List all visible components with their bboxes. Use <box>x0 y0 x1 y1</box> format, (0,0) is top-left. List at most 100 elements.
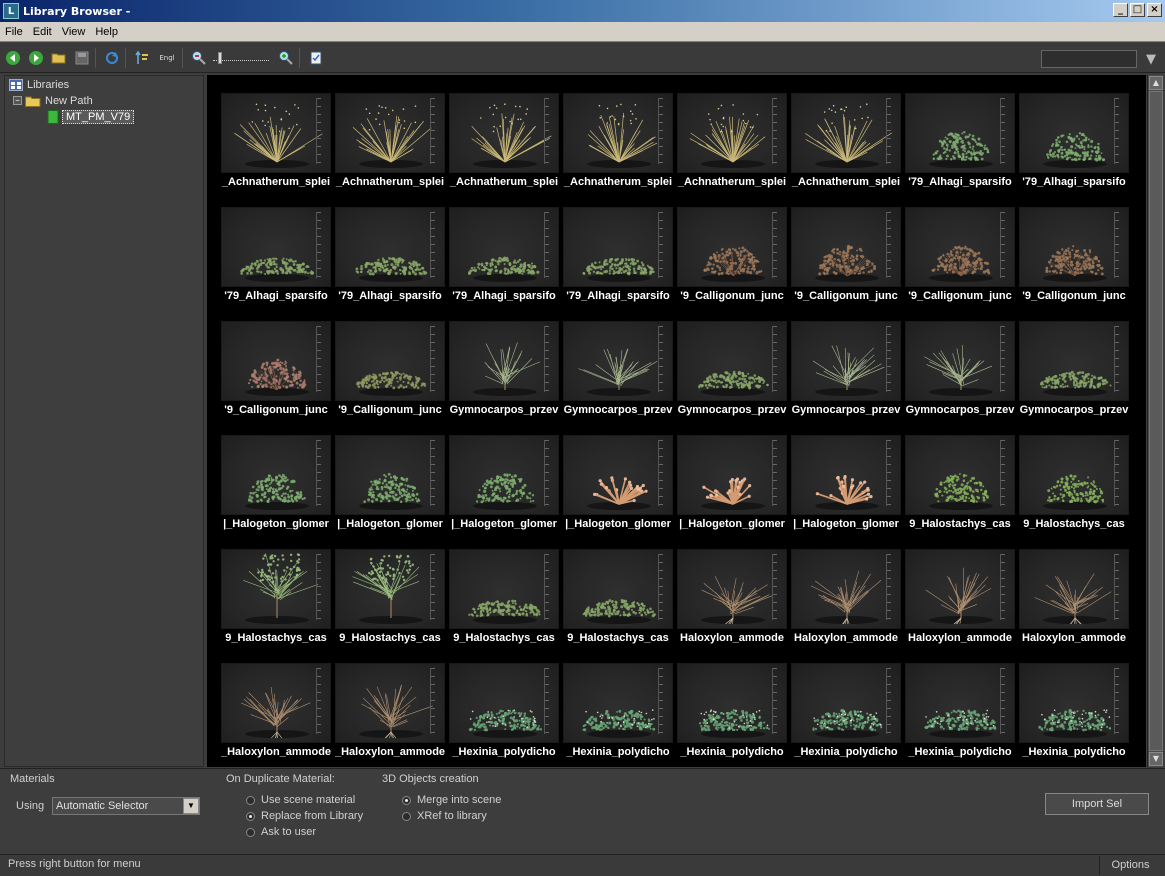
library-thumbnail[interactable]: 9_Halostachys_cas <box>563 549 673 645</box>
library-thumbnail[interactable]: Haloxylon_ammode <box>1019 549 1129 645</box>
plant-preview-image[interactable] <box>905 93 1015 173</box>
tree-library-item[interactable]: MT_PM_V79 <box>47 109 135 124</box>
plant-preview-image[interactable] <box>677 93 787 173</box>
plant-preview-image[interactable] <box>221 549 331 629</box>
library-thumbnail[interactable]: Gymnocarpos_przev <box>563 321 673 417</box>
library-thumbnail[interactable]: Gymnocarpos_przev <box>1019 321 1129 417</box>
library-thumbnail[interactable]: Haloxylon_ammode <box>905 549 1015 645</box>
radio-replace-from-library[interactable]: Replace from Library <box>246 810 363 822</box>
radio-merge-into-scene[interactable]: Merge into scene <box>402 794 501 806</box>
plant-preview-image[interactable] <box>1019 549 1129 629</box>
plant-preview-image[interactable] <box>335 93 445 173</box>
plant-preview-image[interactable] <box>1019 435 1129 515</box>
plant-preview-image[interactable] <box>563 549 673 629</box>
radio-xref-to-library[interactable]: XRef to library <box>402 810 487 822</box>
library-thumbnail[interactable]: 9_Halostachys_cas <box>335 549 445 645</box>
open-folder-icon[interactable] <box>49 48 69 68</box>
options-button[interactable]: Options <box>1099 856 1161 875</box>
radio-dot[interactable] <box>246 795 255 805</box>
library-thumbnail[interactable]: Gymnocarpos_przev <box>905 321 1015 417</box>
plant-preview-image[interactable] <box>905 549 1015 629</box>
save-icon[interactable] <box>72 48 92 68</box>
zoom-slider[interactable] <box>213 50 269 66</box>
plant-preview-image[interactable] <box>677 549 787 629</box>
plant-preview-image[interactable] <box>563 93 673 173</box>
plant-preview-image[interactable] <box>677 321 787 401</box>
plant-preview-image[interactable] <box>677 435 787 515</box>
library-thumbnail[interactable]: Haloxylon_ammode <box>791 549 901 645</box>
import-selected-button[interactable]: Import Sel <box>1045 793 1149 815</box>
library-thumbnail[interactable]: _Achnatherum_splei <box>677 93 787 189</box>
menu-view[interactable]: View <box>57 26 91 38</box>
plant-preview-image[interactable] <box>449 435 559 515</box>
library-thumbnail[interactable]: Gymnocarpos_przev <box>791 321 901 417</box>
plant-preview-image[interactable] <box>221 435 331 515</box>
library-thumbnail[interactable]: _Achnatherum_splei <box>791 93 901 189</box>
library-thumbnail[interactable]: _Achnatherum_splei <box>449 93 559 189</box>
plant-preview-image[interactable] <box>563 207 673 287</box>
sort-icon[interactable] <box>132 48 152 68</box>
scroll-up-icon[interactable]: ▲ <box>1149 76 1163 90</box>
chevron-down-icon[interactable]: ▼ <box>183 798 199 814</box>
library-thumbnail[interactable]: '9_Calligonum_junc <box>791 207 901 303</box>
library-thumbnail[interactable]: |_Halogeton_glomer <box>677 435 787 531</box>
radio-use-scene-material[interactable]: Use scene material <box>246 794 355 806</box>
library-thumbnail[interactable]: '79_Alhagi_sparsifo <box>1019 93 1129 189</box>
library-thumbnail[interactable]: '9_Calligonum_junc <box>905 207 1015 303</box>
zoom-in-icon[interactable] <box>276 48 296 68</box>
radio-dot[interactable] <box>402 811 411 821</box>
library-thumbnail[interactable]: '9_Calligonum_junc <box>335 321 445 417</box>
library-thumbnail[interactable]: '79_Alhagi_sparsifo <box>221 207 331 303</box>
plant-preview-image[interactable] <box>449 321 559 401</box>
scrollbar-thumb[interactable] <box>1149 91 1163 751</box>
plant-preview-image[interactable] <box>449 207 559 287</box>
library-thumbnail[interactable]: |_Halogeton_glomer <box>791 435 901 531</box>
plant-preview-image[interactable] <box>449 93 559 173</box>
plant-preview-image[interactable] <box>1019 663 1129 743</box>
library-thumbnail[interactable]: 9_Halostachys_cas <box>1019 435 1129 531</box>
plant-preview-image[interactable] <box>563 663 673 743</box>
radio-dot-selected[interactable] <box>402 795 411 805</box>
plant-preview-image[interactable] <box>791 435 901 515</box>
plant-preview-image[interactable] <box>563 435 673 515</box>
plant-preview-image[interactable] <box>677 663 787 743</box>
library-thumbnail[interactable]: Gymnocarpos_przev <box>449 321 559 417</box>
back-icon[interactable] <box>3 48 23 68</box>
library-thumbnail[interactable]: |_Halogeton_glomer <box>449 435 559 531</box>
library-thumbnail[interactable]: '79_Alhagi_sparsifo <box>905 93 1015 189</box>
plant-preview-image[interactable] <box>335 207 445 287</box>
using-select[interactable]: Automatic Selector ▼ <box>52 797 200 815</box>
plant-preview-image[interactable] <box>221 663 331 743</box>
search-input[interactable] <box>1041 50 1137 68</box>
close-button[interactable]: × <box>1147 3 1162 17</box>
library-thumbnail[interactable]: '9_Calligonum_junc <box>677 207 787 303</box>
radio-dot[interactable] <box>246 827 255 837</box>
library-thumbnail[interactable]: |_Halogeton_glomer <box>221 435 331 531</box>
radio-dot-selected[interactable] <box>246 811 255 821</box>
library-thumbnail[interactable]: 9_Halostachys_cas <box>221 549 331 645</box>
refresh-icon[interactable] <box>102 48 122 68</box>
zoom-out-icon[interactable] <box>189 48 209 68</box>
plant-preview-image[interactable] <box>791 663 901 743</box>
plant-preview-image[interactable] <box>563 321 673 401</box>
library-thumbnail[interactable]: _Haloxylon_ammode <box>221 663 331 759</box>
library-thumbnail[interactable]: _Hexinia_polydicho <box>449 663 559 759</box>
library-thumbnail[interactable]: |_Halogeton_glomer <box>335 435 445 531</box>
menu-help[interactable]: Help <box>90 26 123 38</box>
plant-preview-image[interactable] <box>335 321 445 401</box>
library-thumbnail[interactable]: '79_Alhagi_sparsifo <box>449 207 559 303</box>
plant-preview-image[interactable] <box>791 207 901 287</box>
library-thumbnail[interactable]: _Hexinia_polydicho <box>1019 663 1129 759</box>
menu-edit[interactable]: Edit <box>28 26 57 38</box>
plant-preview-image[interactable] <box>221 207 331 287</box>
checklist-icon[interactable] <box>306 48 326 68</box>
library-thumbnail[interactable]: _Hexinia_polydicho <box>677 663 787 759</box>
minimize-button[interactable]: _ <box>1113 3 1128 17</box>
library-thumbnail[interactable]: |_Halogeton_glomer <box>563 435 673 531</box>
library-thumbnail[interactable]: _Achnatherum_splei <box>563 93 673 189</box>
plant-preview-image[interactable] <box>1019 207 1129 287</box>
vertical-scrollbar[interactable]: ▲ ▼ <box>1147 75 1163 767</box>
plant-preview-image[interactable] <box>335 435 445 515</box>
plant-preview-image[interactable] <box>905 663 1015 743</box>
menu-file[interactable]: File <box>0 26 28 38</box>
